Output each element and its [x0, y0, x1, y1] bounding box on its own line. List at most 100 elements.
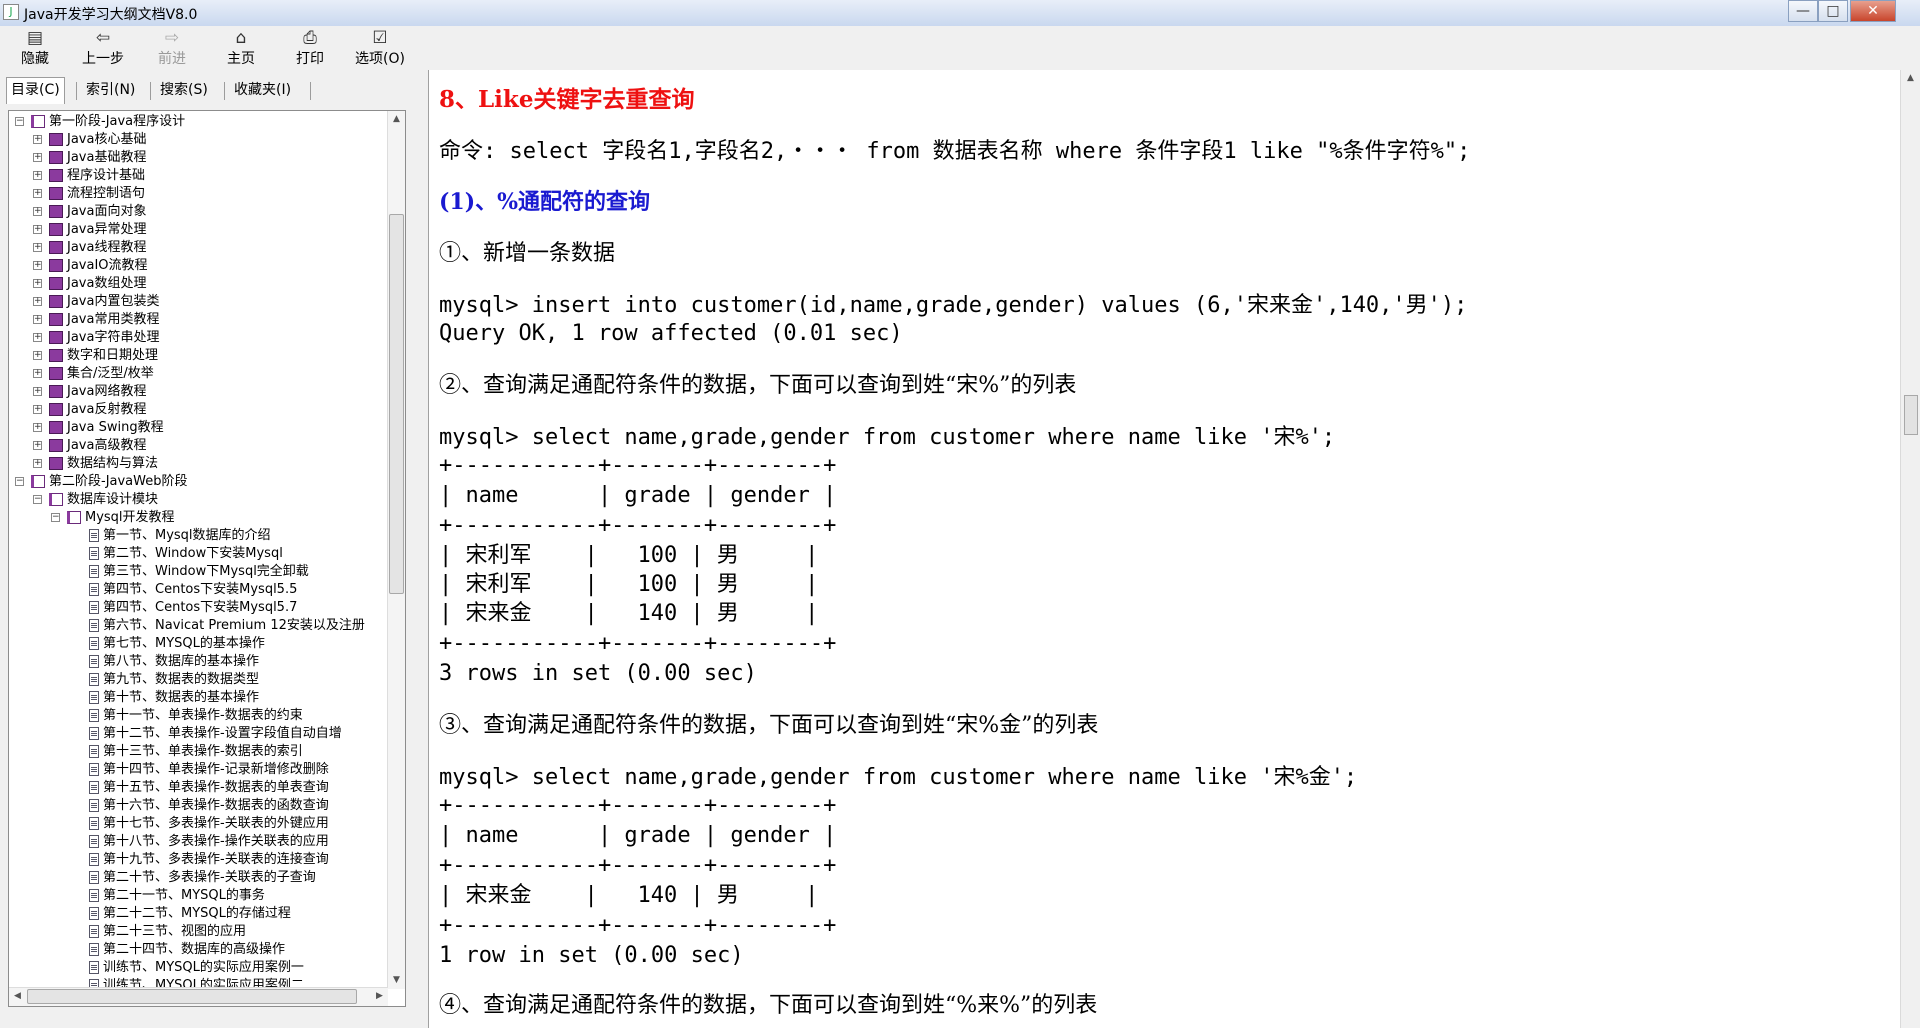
tree-scroll-thumb[interactable]: [389, 214, 404, 594]
expand-icon[interactable]: +: [33, 333, 42, 342]
tree-item[interactable]: 第十九节、多表操作-关联表的连接查询: [9, 851, 389, 869]
tree-item[interactable]: + Java字符串处理: [9, 329, 389, 347]
tree-item[interactable]: 第十六节、单表操作-数据表的函数查询: [9, 797, 389, 815]
tree-item[interactable]: 第十三节、单表操作-数据表的索引: [9, 743, 389, 761]
expand-icon[interactable]: +: [33, 441, 42, 450]
expand-icon[interactable]: +: [33, 135, 42, 144]
expand-icon[interactable]: +: [33, 243, 42, 252]
print-button[interactable]: ⎙ 打印: [283, 28, 337, 68]
tree-item[interactable]: + Java面向对象: [9, 203, 389, 221]
tree-item[interactable]: + Java内置包装类: [9, 293, 389, 311]
collapse-icon[interactable]: −: [51, 513, 60, 522]
tree-item[interactable]: + Java网络教程: [9, 383, 389, 401]
content-vertical-scrollbar[interactable]: ▲: [1900, 70, 1920, 1028]
tree-item[interactable]: − 第二阶段-JavaWeb阶段: [9, 473, 389, 491]
back-button[interactable]: ⇦ 上一步: [76, 28, 130, 68]
content-scroll-thumb[interactable]: [1904, 395, 1918, 435]
maximize-button[interactable]: □: [1818, 0, 1848, 22]
tree-item-label: 第二十四节、数据库的高级操作: [103, 942, 286, 957]
tree-item[interactable]: − 第一阶段-Java程序设计: [9, 113, 389, 131]
tree-item[interactable]: − 数据库设计模块: [9, 491, 389, 509]
tree-item[interactable]: 第十七节、多表操作-关联表的外键应用: [9, 815, 389, 833]
collapse-icon[interactable]: −: [15, 477, 24, 486]
expand-icon[interactable]: +: [33, 351, 42, 360]
tree-vertical-scrollbar[interactable]: ▲ ▼: [387, 111, 405, 989]
close-button[interactable]: ✕: [1850, 0, 1896, 22]
tree-item[interactable]: 第十二节、单表操作-设置字段值自动自增: [9, 725, 389, 743]
tree-item[interactable]: + 流程控制语句: [9, 185, 389, 203]
scroll-right-icon[interactable]: ▶: [371, 988, 388, 1005]
tree-item[interactable]: + 程序设计基础: [9, 167, 389, 185]
expand-icon[interactable]: +: [33, 315, 42, 324]
tab-favorites[interactable]: 收藏夹(I): [230, 78, 295, 102]
expand-icon[interactable]: +: [33, 171, 42, 180]
tree-item[interactable]: + Java数组处理: [9, 275, 389, 293]
tree-item[interactable]: + Java异常处理: [9, 221, 389, 239]
tab-contents[interactable]: 目录(C): [6, 77, 65, 104]
table-row: | 宋利军 | 100 | 男 |: [439, 543, 819, 568]
tree-item[interactable]: + Java反射教程: [9, 401, 389, 419]
scroll-down-icon[interactable]: ▼: [388, 972, 405, 989]
content-scroll-up-icon[interactable]: ▲: [1902, 70, 1919, 87]
tree-item[interactable]: + Java高级教程: [9, 437, 389, 455]
tree-item[interactable]: 第十五节、单表操作-数据表的单表查询: [9, 779, 389, 797]
tree-item[interactable]: 第四节、Centos下安装Mysql5.7: [9, 599, 389, 617]
tab-index[interactable]: 索引(N): [82, 78, 139, 102]
collapse-icon[interactable]: −: [15, 117, 24, 126]
collapse-icon[interactable]: −: [33, 495, 42, 504]
tree-item[interactable]: − Mysql开发教程: [9, 509, 389, 527]
tree-item[interactable]: 第十一节、单表操作-数据表的约束: [9, 707, 389, 725]
tree-item[interactable]: + 数据结构与算法: [9, 455, 389, 473]
scroll-up-icon[interactable]: ▲: [388, 111, 405, 128]
tree-item[interactable]: 第十四节、单表操作-记录新增修改删除: [9, 761, 389, 779]
expand-icon[interactable]: +: [33, 405, 42, 414]
hide-button[interactable]: ▤ 隐藏: [8, 28, 62, 68]
table-row: | 宋利军 | 100 | 男 |: [439, 572, 819, 597]
tree-item[interactable]: 第八节、数据库的基本操作: [9, 653, 389, 671]
tree-item[interactable]: 第四节、Centos下安装Mysql5.5: [9, 581, 389, 599]
expand-icon[interactable]: +: [33, 189, 42, 198]
tree-item[interactable]: 第二节、Window下安装Mysql: [9, 545, 389, 563]
document-content: 8、Like关键字去重查询 命令: select 字段名1,字段名2,・・・ f…: [428, 70, 1901, 1028]
tree-item[interactable]: + Java Swing教程: [9, 419, 389, 437]
tree-item[interactable]: 第二十二节、MYSQL的存储过程: [9, 905, 389, 923]
tree-item[interactable]: + Java常用类教程: [9, 311, 389, 329]
tree-item[interactable]: 第六节、Navicat Premium 12安装以及注册: [9, 617, 389, 635]
tree-item[interactable]: 第十节、数据表的基本操作: [9, 689, 389, 707]
tree-item[interactable]: 第二十节、多表操作-关联表的子查询: [9, 869, 389, 887]
tree-item[interactable]: + 集合/泛型/枚举: [9, 365, 389, 383]
tree-item[interactable]: 第七节、MYSQL的基本操作: [9, 635, 389, 653]
expand-icon[interactable]: +: [33, 387, 42, 396]
expand-icon[interactable]: +: [33, 279, 42, 288]
tree-item[interactable]: + Java基础教程: [9, 149, 389, 167]
tree-item[interactable]: 第九节、数据表的数据类型: [9, 671, 389, 689]
expand-icon[interactable]: +: [33, 207, 42, 216]
tree-horizontal-scrollbar[interactable]: ◀ ▶: [9, 987, 388, 1006]
tree-item[interactable]: + JavaIO流教程: [9, 257, 389, 275]
tree-item[interactable]: 第三节、Window下Mysql完全卸载: [9, 563, 389, 581]
tree-item[interactable]: 第一节、Mysql数据库的介绍: [9, 527, 389, 545]
tree-item[interactable]: 第二十四节、数据库的高级操作: [9, 941, 389, 959]
tree-item[interactable]: 第二十三节、视图的应用: [9, 923, 389, 941]
tree-item[interactable]: 第十八节、多表操作-操作关联表的应用: [9, 833, 389, 851]
expand-icon[interactable]: +: [33, 369, 42, 378]
tree-item[interactable]: + Java核心基础: [9, 131, 389, 149]
expand-icon[interactable]: +: [33, 261, 42, 270]
tab-search[interactable]: 搜索(S): [156, 78, 212, 102]
expand-icon[interactable]: +: [33, 459, 42, 468]
tree-item[interactable]: 训练节、MYSQL的实际应用案例一: [9, 959, 389, 977]
options-button[interactable]: ☑ 选项(O): [350, 28, 410, 68]
expand-icon[interactable]: +: [33, 297, 42, 306]
expand-icon[interactable]: +: [33, 225, 42, 234]
home-button[interactable]: ⌂ 主页: [214, 28, 268, 68]
scroll-left-icon[interactable]: ◀: [9, 988, 26, 1005]
tree-item[interactable]: + Java线程教程: [9, 239, 389, 257]
tree-hscroll-thumb[interactable]: [27, 989, 357, 1004]
forward-button[interactable]: ⇨ 前进: [145, 28, 199, 68]
tree-item[interactable]: + 数字和日期处理: [9, 347, 389, 365]
expand-icon[interactable]: +: [33, 153, 42, 162]
tree-item[interactable]: 第二十一节、MYSQL的事务: [9, 887, 389, 905]
pane-splitter[interactable]: [418, 70, 428, 1028]
expand-icon[interactable]: +: [33, 423, 42, 432]
minimize-button[interactable]: —: [1788, 0, 1818, 22]
